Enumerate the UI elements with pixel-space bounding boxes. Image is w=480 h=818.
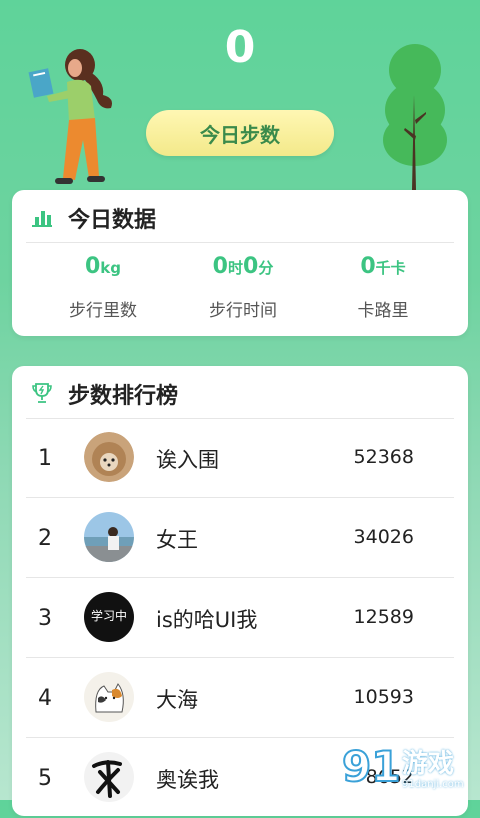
header: 0 今日步数 [0, 0, 480, 190]
ranking-header: 步数排行榜 [12, 366, 468, 418]
calories-label: 卡路里 [357, 301, 409, 321]
divider [26, 242, 454, 243]
bar-chart-icon [32, 211, 52, 227]
site-watermark: 91 游戏 91danji.com [340, 735, 480, 800]
rank-number: 4 [38, 686, 52, 711]
distance-value: 0kg [84, 254, 122, 279]
walk-time-label: 步行时间 [209, 301, 277, 321]
calories-value: 0千卡 [360, 254, 406, 279]
user-name: 女王 [156, 528, 198, 552]
walk-time-value: 0时0分 [212, 254, 274, 279]
today-steps-button[interactable]: 今日步数 [146, 110, 334, 156]
rank-number: 3 [38, 606, 52, 631]
rank-number: 2 [38, 526, 52, 551]
today-steps-label: 今日步数 [200, 122, 280, 147]
ranking-row[interactable]: 2 女王 34026 [12, 498, 468, 578]
hedgehog-avatar[interactable] [84, 432, 134, 482]
beach-person-avatar[interactable] [84, 512, 134, 562]
today-data-header: 今日数据 [12, 190, 468, 242]
avatar-text: 学习中 [90, 609, 127, 623]
trophy-icon [32, 383, 52, 403]
user-name: 奥诶我 [156, 768, 219, 792]
ranking-row[interactable]: 3 学习中 is的哈UI我 12589 [12, 578, 468, 658]
calories-stat: 0千卡 卡路里 [308, 254, 458, 321]
walk-time-stat: 0时0分 步行时间 [168, 254, 318, 321]
user-steps: 12589 [353, 606, 414, 628]
ranking-title: 步数排行榜 [68, 384, 179, 409]
tree-illustration [383, 44, 447, 190]
today-stats: 0kg 步行里数 0时0分 步行时间 0千卡 卡路里 [12, 254, 468, 324]
user-steps: 10593 [353, 686, 414, 708]
rank-number: 5 [38, 766, 52, 791]
distance-label: 步行里数 [69, 301, 137, 321]
watermark-brand: 游戏 [402, 749, 455, 779]
user-steps: 34026 [353, 526, 414, 548]
ranking-row[interactable]: 1 诶入围 52368 [12, 418, 468, 498]
studying-text-avatar[interactable]: 学习中 [84, 592, 134, 642]
user-steps: 52368 [353, 446, 414, 468]
user-name: 诶入围 [156, 448, 219, 472]
today-data-title: 今日数据 [68, 208, 157, 233]
user-name: is的哈UI我 [156, 608, 258, 632]
rank-number: 1 [38, 446, 52, 471]
distance-stat: 0kg 步行里数 [28, 254, 178, 321]
user-name: 大海 [156, 688, 198, 712]
svg-text:91: 91 [342, 742, 400, 791]
calligraphy-avatar[interactable] [84, 752, 134, 802]
cat-painting-avatar[interactable] [84, 672, 134, 722]
watermark-site: 91danji.com [402, 779, 464, 790]
today-data-card: 今日数据 0kg 步行里数 0时0分 步行时间 0千卡 卡路里 [12, 190, 468, 336]
ranking-row[interactable]: 4 大海 10593 [12, 658, 468, 738]
